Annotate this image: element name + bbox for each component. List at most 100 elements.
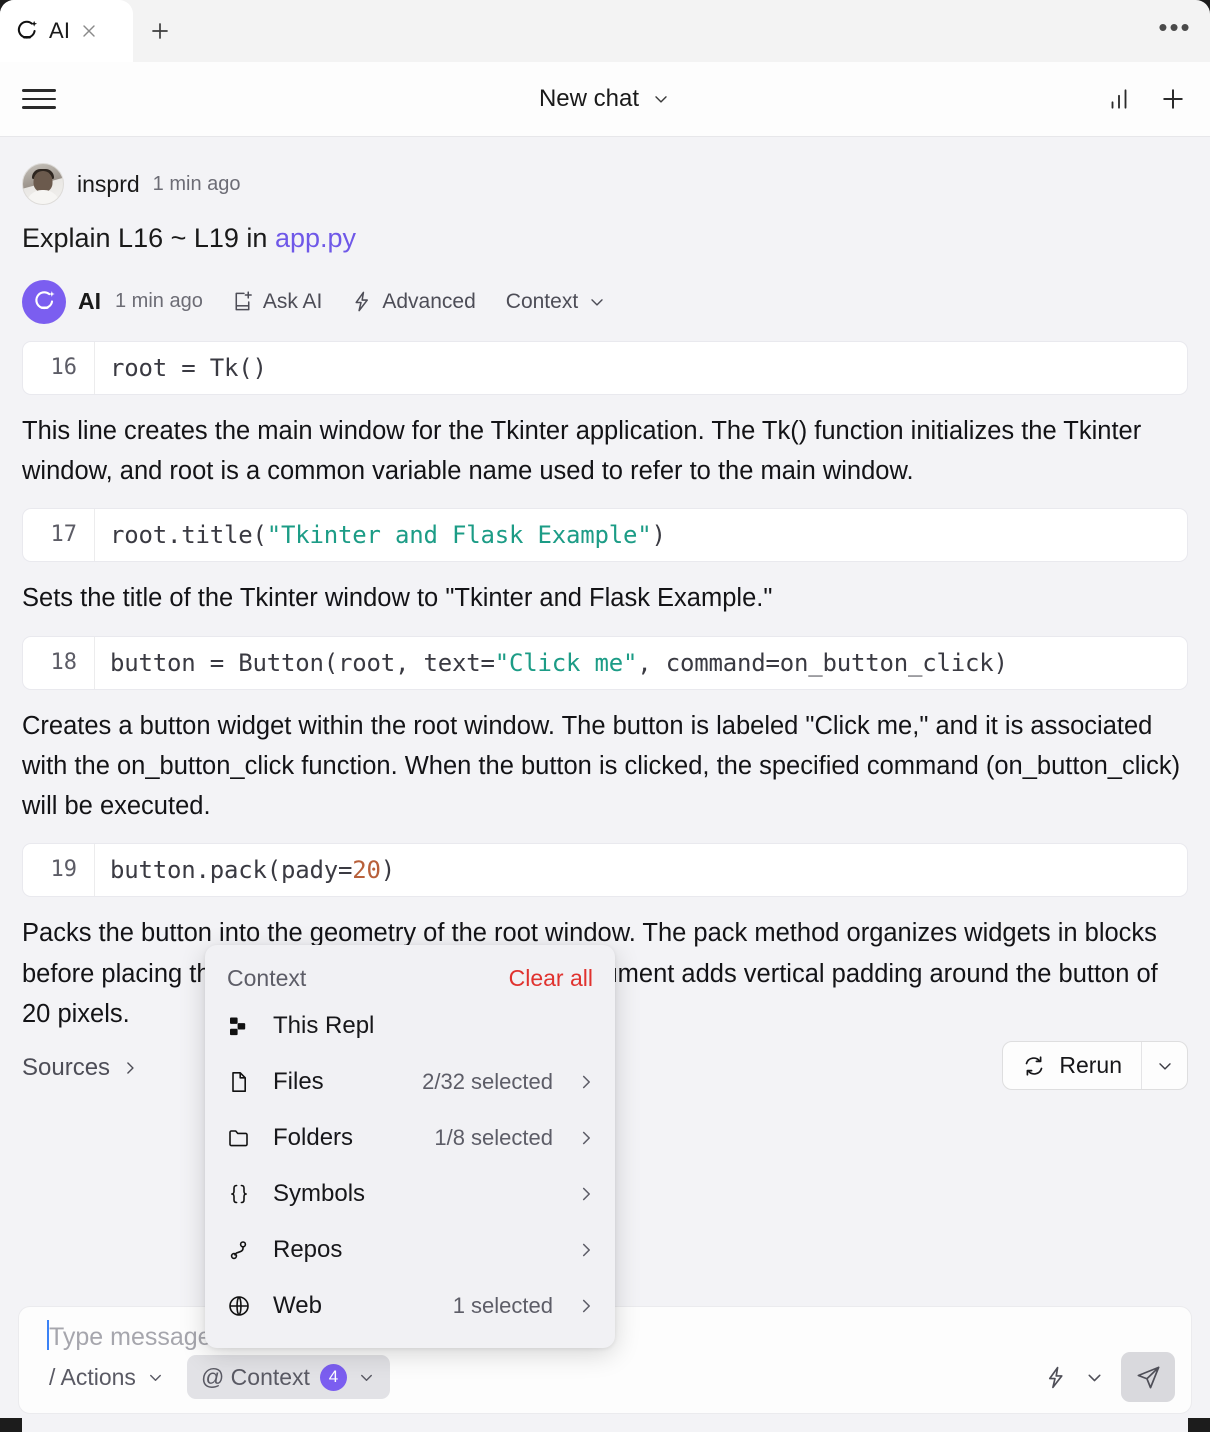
line-number: 19 [23, 844, 95, 897]
close-icon[interactable] [79, 21, 99, 41]
code-line-17[interactable]: 17 root.title("Tkinter and Flask Example… [22, 508, 1188, 563]
context-item-label: This Repl [273, 1012, 375, 1039]
lightning-icon [355, 291, 369, 312]
chat-title-group: New chat [0, 85, 1210, 113]
context-item-this-repl[interactable]: This Repl [205, 998, 615, 1054]
user-query: Explain L16 ~ L19 in app.py [22, 222, 1188, 256]
rerun-button[interactable]: Rerun [1003, 1042, 1141, 1089]
assistant-name: AI [78, 288, 101, 315]
user-timestamp: 1 min ago [152, 172, 241, 195]
file-icon [227, 1070, 261, 1094]
chevron-down-icon [1088, 1374, 1101, 1381]
advanced-mode-button[interactable] [1043, 1365, 1068, 1390]
code-line-19[interactable]: 19 button.pack(pady=20) [22, 843, 1188, 898]
replit-logo-icon [227, 1014, 261, 1038]
chevron-right-icon [575, 1127, 597, 1149]
actions-chip-label: / Actions [49, 1363, 136, 1390]
replit-ai-logo-icon [17, 20, 38, 39]
code-text: root = Tk() [110, 353, 267, 382]
context-popup-title: Context [227, 965, 307, 991]
context-count-badge: 4 [319, 1363, 347, 1391]
code-text: button.pack(pady=20) [110, 856, 395, 885]
file-reference-link[interactable]: app.py [275, 223, 356, 253]
tab-bar: AI ••• [0, 0, 1210, 62]
ai-avatar [22, 279, 66, 324]
folder-icon [227, 1126, 261, 1150]
tab-ai[interactable]: AI [0, 0, 133, 62]
tabbar-spacer [187, 0, 1140, 62]
code-number-literal: 20 [352, 856, 381, 885]
rerun-label: Rerun [1059, 1052, 1122, 1079]
clear-all-button[interactable]: Clear all [509, 965, 593, 992]
advanced-label: Advanced [382, 289, 476, 313]
bar-chart-icon [1111, 89, 1127, 109]
line-number: 18 [23, 636, 95, 689]
new-chat-button[interactable] [1158, 84, 1188, 114]
advanced-button[interactable]: Advanced [350, 289, 476, 314]
context-item-label: Folders [273, 1124, 354, 1151]
chevron-right-icon [575, 1295, 597, 1317]
ask-ai-button[interactable]: Ask AI [231, 289, 323, 314]
globe-icon [227, 1294, 261, 1318]
explanation-18: Creates a button widget within the root … [22, 711, 1181, 821]
context-chip-label: @ Context [200, 1363, 310, 1390]
sources-label: Sources [22, 1054, 111, 1082]
context-item-symbols[interactable]: Symbols [205, 1166, 615, 1222]
context-item-folders[interactable]: Folders 1/8 selected [205, 1110, 615, 1166]
tab-label: AI [49, 18, 71, 43]
chevron-right-icon [575, 1239, 597, 1261]
context-chip[interactable]: @ Context 4 [186, 1355, 390, 1399]
explanation-17: Sets the title of the Tkinter window to … [22, 584, 773, 613]
chevron-down-icon [591, 298, 603, 306]
new-note-icon [235, 291, 252, 311]
avatar [22, 163, 64, 205]
replit-ai-window: AI ••• New chat insprd 1 min ago Explain… [0, 0, 1210, 1432]
header-actions [1106, 84, 1188, 114]
context-popup-header: Context Clear all [205, 961, 615, 998]
code-text: button = Button(root, text="Click me", c… [110, 648, 1008, 677]
user-query-text: Explain L16 ~ L19 in [22, 223, 268, 253]
plus-icon [152, 23, 168, 39]
context-item-web[interactable]: Web 1 selected [205, 1278, 615, 1334]
context-item-files[interactable]: Files 2/32 selected [205, 1054, 615, 1110]
line-number: 16 [23, 341, 95, 394]
explanation-16: This line creates the main window for th… [22, 416, 1142, 486]
chevron-right-icon [575, 1071, 597, 1093]
new-tab-button[interactable] [133, 0, 187, 62]
user-name: insprd [77, 170, 140, 197]
advanced-options-button[interactable] [1084, 1367, 1105, 1388]
window-bottom-edge [0, 1418, 1210, 1432]
code-line-18[interactable]: 18 button = Button(root, text="Click me"… [22, 635, 1188, 690]
hamburger-icon[interactable] [22, 82, 56, 116]
braces-icon [227, 1182, 261, 1206]
window-menu-button[interactable]: ••• [1140, 0, 1210, 62]
refresh-icon [1025, 1056, 1043, 1076]
chevron-down-icon [360, 1374, 372, 1381]
chevron-down-icon [1158, 1062, 1171, 1070]
chevron-right-icon [575, 1183, 597, 1205]
assistant-timestamp: 1 min ago [115, 290, 203, 313]
usage-stats-button[interactable] [1106, 86, 1132, 112]
code-string-literal: "Click me" [494, 648, 638, 677]
code-string-literal: "Tkinter and Flask Example" [266, 521, 652, 550]
context-item-repos[interactable]: Repos [205, 1222, 615, 1278]
send-button[interactable] [1121, 1352, 1175, 1402]
code-text: root.title("Tkinter and Flask Example") [110, 521, 666, 550]
context-item-label: Symbols [273, 1180, 366, 1207]
conversation: insprd 1 min ago Explain L16 ~ L19 in ap… [0, 137, 1210, 1091]
code-line-16[interactable]: 16 root = Tk() [22, 340, 1188, 395]
lightning-icon [1048, 1366, 1063, 1388]
context-dropdown-button[interactable]: Context [506, 290, 607, 314]
chevron-down-icon[interactable] [651, 89, 671, 109]
context-item-label: Files [273, 1068, 324, 1095]
assistant-message-header: AI 1 min ago Ask AI Advanced Context [22, 279, 1188, 324]
rerun-options-button[interactable] [1141, 1042, 1187, 1090]
context-item-count: 1/8 selected [434, 1125, 553, 1150]
context-item-label: Repos [273, 1236, 343, 1263]
ask-ai-label: Ask AI [262, 289, 323, 313]
send-icon [1137, 1366, 1159, 1388]
chevron-right-icon [127, 1062, 134, 1074]
chevron-down-icon [149, 1374, 161, 1381]
sources-toggle[interactable]: Sources [22, 1054, 140, 1082]
actions-chip[interactable]: / Actions [35, 1355, 179, 1399]
